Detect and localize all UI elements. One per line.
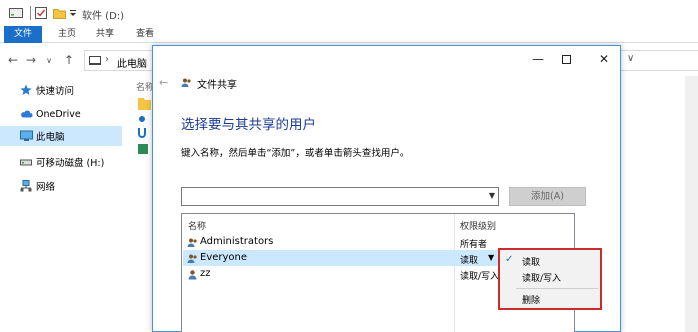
breadcrumb-separator-icon: ›: [105, 54, 109, 65]
up-arrow-icon[interactable]: ↑: [62, 53, 76, 67]
tab-file[interactable]: 文件: [4, 26, 42, 43]
navigation-pane: 快速访问 OneDrive 此电脑 可移动磁盘 (H:) 网络: [0, 76, 124, 332]
computer-icon: [20, 130, 33, 142]
back-arrow-icon[interactable]: ←: [6, 53, 20, 67]
tab-share[interactable]: 共享: [90, 26, 120, 43]
sidebar-item-removable-disk[interactable]: 可移动磁盘 (H:): [0, 152, 122, 172]
user-icon: [187, 269, 198, 280]
user-name: Everyone: [200, 252, 248, 263]
computer-icon: [89, 56, 101, 65]
user-name-combobox[interactable]: ▼: [181, 187, 499, 206]
permission-menu: ✓ 读取 读取/写入 删除: [498, 248, 602, 310]
sidebar-item-onedrive[interactable]: OneDrive: [0, 104, 122, 124]
checkmark-icon: ✓: [505, 254, 514, 265]
explorer-title-bar: 软件 (D:): [0, 0, 698, 26]
permission-level: 读取/写入: [460, 272, 500, 282]
close-icon[interactable]: ✕: [589, 50, 619, 68]
permission-level: 所有者: [460, 240, 488, 250]
permission-level[interactable]: 读取: [460, 253, 478, 266]
dialog-title: 文件共享: [197, 80, 237, 91]
sidebar-item-quick-access[interactable]: 快速访问: [0, 80, 122, 100]
star-icon: [20, 84, 32, 96]
address-path: 此电脑: [117, 59, 147, 70]
dialog-instruction: 键入名称，然后单击“添加”，或者单击箭头查找用户。: [181, 148, 410, 159]
quick-access-dropdown-icon[interactable]: [68, 6, 78, 20]
menu-item-remove[interactable]: 删除: [500, 290, 600, 308]
user-name: zz: [200, 268, 211, 279]
recent-locations-chevron-icon[interactable]: ∨: [42, 53, 56, 67]
share-users-icon: [181, 77, 192, 88]
menu-item-label: 删除: [522, 296, 541, 306]
column-header-permission[interactable]: 权限级别: [460, 219, 496, 232]
ribbon-tabs: 文件 主页 共享 查看: [0, 26, 698, 43]
menu-item-read-write[interactable]: 读取/写入: [500, 268, 600, 286]
sidebar-item-label: 网络: [36, 182, 56, 193]
maximize-icon[interactable]: [551, 50, 581, 68]
tab-view[interactable]: 查看: [130, 26, 160, 43]
menu-item-label: 读取/写入: [522, 274, 562, 284]
minimize-icon[interactable]: —: [523, 50, 553, 68]
sidebar-item-label: OneDrive: [36, 108, 81, 120]
chevron-down-icon[interactable]: ∨: [627, 53, 634, 64]
drive-icon[interactable]: [8, 6, 24, 20]
sidebar-item-label: 可移动磁盘 (H:): [36, 158, 105, 169]
network-icon: [20, 180, 32, 192]
column-header-name[interactable]: 名称: [188, 219, 206, 232]
menu-item-label: 读取: [522, 258, 541, 268]
forward-arrow-icon[interactable]: →: [24, 53, 38, 67]
dialog-heading: 选择要与其共享的用户: [181, 117, 316, 133]
quick-access-separator: [30, 6, 31, 20]
sidebar-item-label: 此电脑: [36, 132, 65, 143]
new-folder-icon[interactable]: [52, 6, 66, 20]
user-name: Administrators: [200, 236, 274, 247]
usb-drive-icon: [20, 156, 32, 168]
back-arrow-icon[interactable]: ←: [159, 76, 168, 89]
user-group-icon: [187, 253, 198, 264]
user-group-icon: [187, 237, 198, 248]
file-list-partial: [134, 76, 154, 176]
vertical-scrollbar[interactable]: [685, 76, 698, 332]
sidebar-item-label: 快速访问: [36, 86, 75, 97]
tab-home[interactable]: 主页: [52, 26, 82, 43]
properties-checkbox-icon[interactable]: [34, 6, 48, 20]
cloud-icon: [20, 108, 33, 120]
add-button[interactable]: 添加(A): [509, 187, 586, 206]
window-title: 软件 (D:): [82, 11, 125, 22]
permission-dropdown-arrow-icon[interactable]: ▼: [488, 253, 494, 262]
sidebar-item-network[interactable]: 网络: [0, 176, 122, 196]
menu-separator: [516, 288, 598, 289]
sidebar-item-this-pc[interactable]: 此电脑: [0, 126, 122, 146]
chevron-down-icon[interactable]: ▼: [489, 191, 495, 200]
address-dropdown[interactable]: ∨: [620, 50, 698, 71]
